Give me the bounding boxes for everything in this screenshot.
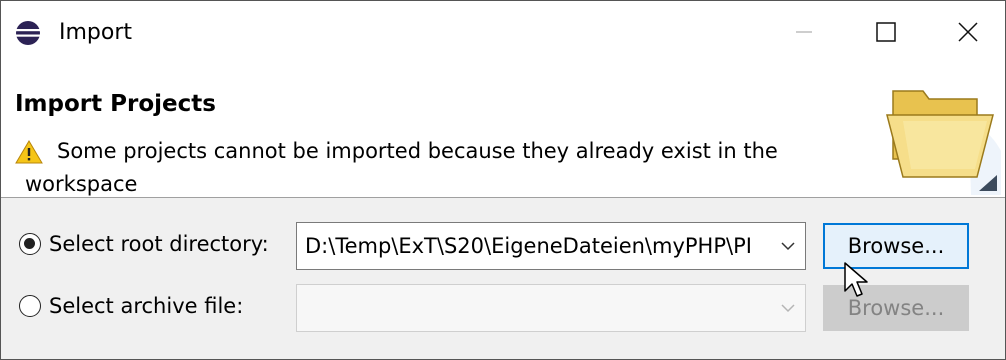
- archive-file-combo: [296, 284, 806, 332]
- archive-file-option[interactable]: Select archive file:: [19, 294, 243, 318]
- maximize-icon: [876, 22, 896, 42]
- minimize-icon: [796, 31, 812, 33]
- status-message: Some projects cannot be imported because…: [25, 139, 778, 196]
- eclipse-icon: [16, 21, 40, 45]
- chevron-down-icon[interactable]: [779, 237, 797, 255]
- maximize-button[interactable]: [851, 1, 921, 63]
- archive-file-radio[interactable]: [19, 295, 41, 317]
- minimize-button[interactable]: [769, 1, 839, 63]
- mouse-cursor-icon: [844, 262, 868, 297]
- page-title: Import Projects: [15, 91, 216, 117]
- import-dialog: Import Import Projects Some projects can…: [0, 0, 1006, 360]
- open-folder-icon: [886, 90, 1001, 195]
- title-bar: Import: [1, 1, 1005, 63]
- root-directory-option[interactable]: Select root directory:: [19, 232, 269, 256]
- root-directory-combo[interactable]: D:\Temp\ExT\S20\EigeneDateien\myPHP\PI: [296, 222, 806, 270]
- close-icon: [958, 22, 978, 42]
- window-title: Import: [59, 20, 133, 45]
- chevron-down-icon: [781, 304, 795, 313]
- close-button[interactable]: [933, 1, 1003, 63]
- root-directory-label: Select root directory:: [49, 232, 269, 256]
- archive-file-label: Select archive file:: [49, 294, 244, 318]
- root-directory-value: D:\Temp\ExT\S20\EigeneDateien\myPHP\PI: [305, 234, 752, 258]
- wizard-banner: Import Projects Some projects cannot be …: [1, 63, 1005, 198]
- root-directory-radio[interactable]: [19, 233, 41, 255]
